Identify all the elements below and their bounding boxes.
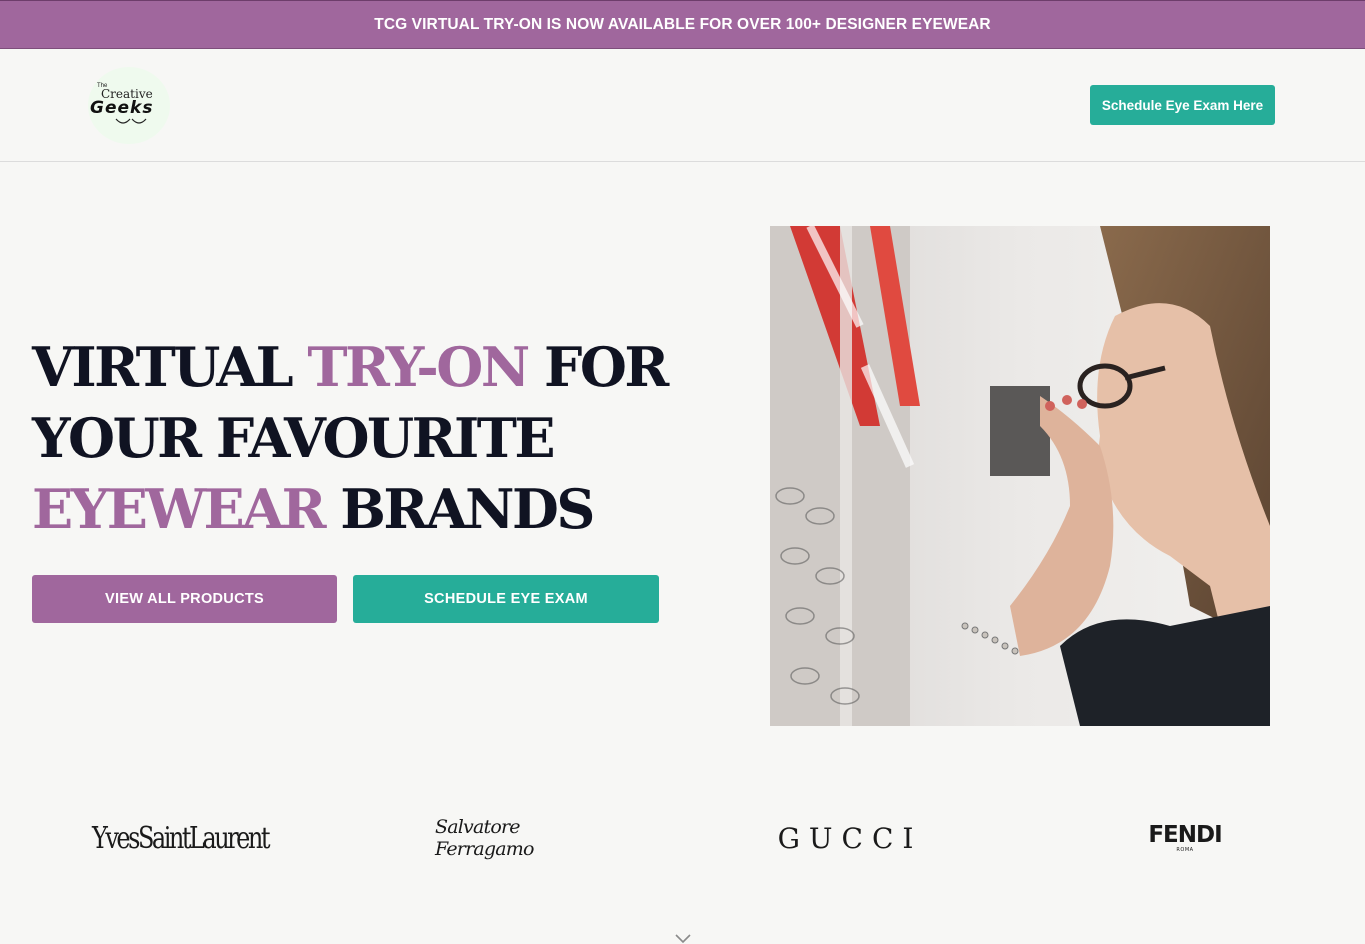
brand-ferragamo-text: Salvatore Ferragamo (435, 816, 534, 860)
brand-logo-ysl[interactable]: YvesSaintLaurent (92, 803, 270, 873)
hero-title: VIRTUAL TRY-ON FOR YOUR FAVOURITE EYEWEA… (32, 332, 672, 545)
brand-logo-fendi[interactable]: FENDI ROMA (1140, 810, 1230, 866)
hero-image-woman-trying-glasses (770, 226, 1270, 726)
logo-glasses-icon (115, 118, 147, 124)
hero-title-accent-tryon: TRY-ON (307, 335, 530, 399)
brand-fendi-text: FENDI (1148, 822, 1222, 848)
view-all-products-button[interactable]: VIEW ALL PRODUCTS (32, 575, 337, 623)
chevron-down-icon[interactable] (674, 932, 692, 944)
site-header: The Creative Geeks Schedule Eye Exam Her… (0, 49, 1365, 162)
brand-gucci-text: GUCCI (777, 821, 923, 855)
logo[interactable]: The Creative Geeks (88, 67, 170, 144)
hero-title-part-1: VIRTUAL (32, 335, 308, 399)
brand-fendi-subtext: ROMA (1176, 847, 1194, 853)
brand-logo-ferragamo[interactable]: Salvatore Ferragamo (435, 810, 595, 866)
schedule-eye-exam-button[interactable]: SCHEDULE EYE EXAM (353, 575, 659, 623)
schedule-eye-exam-header-button[interactable]: Schedule Eye Exam Here (1090, 85, 1275, 125)
brand-ysl-text: YvesSaintLaurent (92, 820, 270, 856)
hero-title-accent-eyewear: EYEWEAR (32, 477, 326, 541)
announcement-bar: TCG VIRTUAL TRY-ON IS NOW AVAILABLE FOR … (0, 0, 1365, 49)
brand-logo-gucci[interactable]: GUCCI (770, 810, 930, 866)
hero-title-part-5: BRANDS (323, 477, 595, 541)
announcement-text: TCG VIRTUAL TRY-ON IS NOW AVAILABLE FOR … (374, 15, 991, 33)
